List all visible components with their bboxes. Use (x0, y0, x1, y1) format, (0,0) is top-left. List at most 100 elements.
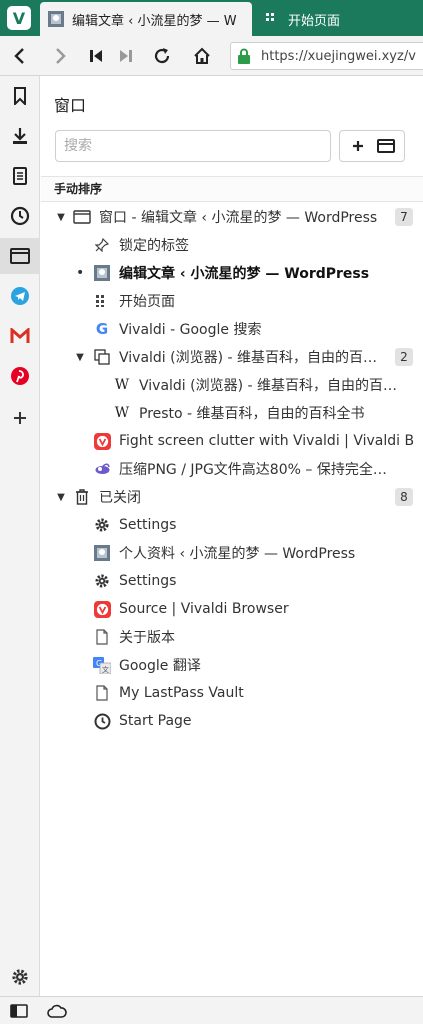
closed-tab-item[interactable]: Settings (41, 511, 423, 539)
tab-stack-node[interactable]: ▼ Vivaldi (浏览器) - 维基百科，自由的百… 2 (41, 343, 423, 371)
tab-item-label: 开始页面 (119, 294, 175, 310)
panel-toggle-icon (10, 1004, 28, 1018)
closed-tab-label: Start Page (119, 713, 192, 729)
clock-icon (10, 206, 30, 226)
gear-icon (93, 516, 111, 534)
tab-item-label: Vivaldi (浏览器) - 维基百科，自由的百… (139, 378, 398, 394)
speed-dial-icon (266, 13, 274, 21)
window-node[interactable]: ▼ 窗口 - 编辑文章 ‹ 小流星的梦 — WordPress 7 (41, 203, 423, 231)
closed-tab-label: Settings (119, 573, 177, 589)
closed-tabs-node[interactable]: ▼ 已关闭 8 (41, 483, 423, 511)
telegram-panel-button[interactable] (8, 284, 32, 308)
window-node-label: 窗口 - 编辑文章 ‹ 小流星的梦 — WordPress (99, 210, 378, 226)
closed-tab-label: My LastPass Vault (119, 685, 244, 701)
tab-item[interactable]: G Vivaldi - Google 搜索 (41, 315, 423, 343)
tab-item[interactable]: • 编辑文章 ‹ 小流星的梦 — WordPress (41, 259, 423, 287)
closed-tab-item[interactable]: 关于版本 (41, 623, 423, 651)
pinned-tabs-label: 锁定的标签 (119, 238, 189, 254)
plus-icon (14, 412, 26, 424)
home-icon (194, 47, 210, 64)
home-button[interactable] (190, 44, 214, 68)
window-panel-button[interactable] (0, 238, 40, 274)
tab-item[interactable]: Fight screen clutter with Vivaldi | Viva… (41, 427, 423, 455)
closed-tab-label: Google 翻译 (119, 658, 201, 674)
collapse-arrow-icon[interactable]: ▼ (56, 212, 66, 223)
download-icon (13, 128, 27, 144)
tab-item[interactable]: 开始页面 (41, 287, 423, 315)
telegram-icon (11, 287, 29, 305)
vivaldi-menu-button[interactable]: V (7, 6, 31, 30)
wikipedia-icon: W (114, 405, 130, 421)
gmail-panel-button[interactable] (8, 324, 32, 348)
active-tab-dot: • (76, 265, 85, 281)
settings-button[interactable] (8, 965, 32, 989)
panel-title: 窗口 (54, 96, 87, 115)
bookmark-icon (14, 87, 26, 105)
address-bar: https://xuejingwei.xyz/v (0, 36, 423, 76)
gear-icon (12, 969, 28, 985)
fast-forward-button[interactable] (114, 44, 138, 68)
closed-tab-label: 关于版本 (119, 630, 175, 646)
tab-stack-label: Vivaldi (浏览器) - 维基百科，自由的百… (119, 350, 378, 366)
cloud-icon (47, 1004, 67, 1018)
downloads-panel-button[interactable] (8, 124, 32, 148)
tab-item-label: Vivaldi - Google 搜索 (119, 322, 262, 338)
window-icon (377, 139, 395, 153)
pin-icon (93, 236, 111, 254)
url-field[interactable]: https://xuejingwei.xyz/v (230, 42, 423, 70)
window-panel: 窗口 手动排序 ▼ 窗口 - 编辑文章 ‹ 小流星的梦 — WordPress … (41, 76, 423, 996)
tab-count-badge: 8 (395, 488, 413, 506)
pinterest-panel-button[interactable] (8, 364, 32, 388)
closed-tab-label: 个人资料 ‹ 小流星的梦 — WordPress (119, 546, 356, 562)
closed-tab-item[interactable]: Start Page (41, 707, 423, 735)
rewind-button[interactable] (84, 44, 108, 68)
tab-item[interactable]: W Presto - 维基百科，自由的百科全书 (41, 399, 423, 427)
back-icon (14, 48, 24, 64)
tab-count-badge: 7 (395, 208, 413, 226)
new-tab-button[interactable] (346, 134, 370, 158)
sync-button[interactable] (46, 1001, 68, 1021)
forward-button[interactable] (48, 44, 72, 68)
back-button[interactable] (8, 44, 32, 68)
history-panel-button[interactable] (8, 204, 32, 228)
pinterest-icon (11, 367, 29, 385)
rewind-icon (90, 50, 102, 62)
window-icon (10, 248, 30, 264)
new-window-button[interactable] (374, 134, 398, 158)
tab-item[interactable]: W Vivaldi (浏览器) - 维基百科，自由的百… (41, 371, 423, 399)
google-icon: G (95, 320, 109, 338)
notes-panel-button[interactable] (8, 164, 32, 188)
vivaldi-icon (93, 432, 111, 450)
pinned-tabs-node[interactable]: 锁定的标签 (41, 231, 423, 259)
forward-icon (56, 48, 66, 64)
wordpress-avatar-icon (93, 544, 111, 562)
closed-tab-item[interactable]: Source | Vivaldi Browser (41, 595, 423, 623)
tab-title: 编辑文章 ‹ 小流星的梦 — W (72, 13, 237, 29)
panel-toolbar (339, 130, 405, 162)
tab-active[interactable]: 编辑文章 ‹ 小流星的梦 — W (40, 2, 252, 36)
tab-start-page[interactable]: 开始页面 (256, 2, 423, 36)
closed-tab-item[interactable]: G文 Google 翻译 (41, 651, 423, 679)
collapse-arrow-icon[interactable]: ▼ (75, 352, 85, 363)
reload-button[interactable] (150, 44, 174, 68)
speed-dial-icon (93, 292, 111, 310)
closed-tab-item[interactable]: My LastPass Vault (41, 679, 423, 707)
svg-text:文: 文 (102, 665, 109, 674)
collapse-arrow-icon[interactable]: ▼ (56, 492, 66, 503)
search-input[interactable] (55, 130, 331, 162)
tab-item-label: Presto - 维基百科，自由的百科全书 (139, 406, 365, 422)
add-web-panel-button[interactable] (8, 406, 32, 430)
sort-order-label[interactable]: 手动排序 (41, 176, 423, 202)
closed-tab-item[interactable]: Settings (41, 567, 423, 595)
panel-toggle-button[interactable] (8, 1001, 30, 1021)
bookmarks-panel-button[interactable] (8, 84, 32, 108)
closed-tab-item[interactable]: 个人资料 ‹ 小流星的梦 — WordPress (41, 539, 423, 567)
google-translate-icon: G文 (93, 656, 111, 674)
clock-icon (93, 712, 111, 730)
vivaldi-icon (93, 600, 111, 618)
fast-forward-icon (120, 50, 132, 62)
trash-icon (73, 488, 91, 506)
tab-item[interactable]: 压缩PNG / JPG文件高达80% – 保持完全… (41, 455, 423, 483)
tab-item-label: Fight screen clutter with Vivaldi | Viva… (119, 433, 415, 449)
reload-icon (154, 48, 170, 64)
